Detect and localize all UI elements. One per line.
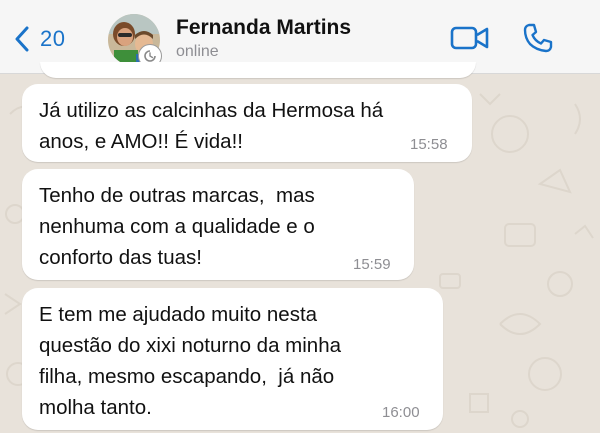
sync-badge-icon (144, 50, 156, 62)
unread-count: 20 (40, 26, 66, 51)
message-time: 15:59 (353, 256, 391, 273)
message-bubble[interactable]: E tem me ajudado muito nesta questão do … (22, 288, 443, 430)
video-camera-icon (450, 26, 489, 50)
message-text: E tem me ajudado muito nesta questão do … (39, 303, 342, 419)
message-text: Já utilizo as calcinhas da Hermosa há an… (39, 99, 384, 153)
contact-status: online (176, 43, 219, 60)
contact-name[interactable]: Fernanda Martins (176, 16, 351, 40)
chevron-left-icon (15, 26, 29, 52)
message-time: 16:00 (382, 404, 420, 421)
message-bubble[interactable]: Tenho de outras marcas, mas nenhuma com … (22, 169, 414, 280)
message-bubble[interactable]: Já utilizo as calcinhas da Hermosa há an… (22, 84, 472, 162)
video-call-button[interactable] (450, 24, 490, 57)
phone-icon (523, 23, 553, 53)
message-bubble-partial (40, 62, 476, 78)
voice-call-button[interactable] (522, 22, 554, 59)
message-time: 15:58 (410, 136, 448, 153)
back-button[interactable]: 20 (14, 22, 65, 56)
message-text: Tenho de outras marcas, mas nenhuma com … (39, 184, 315, 269)
